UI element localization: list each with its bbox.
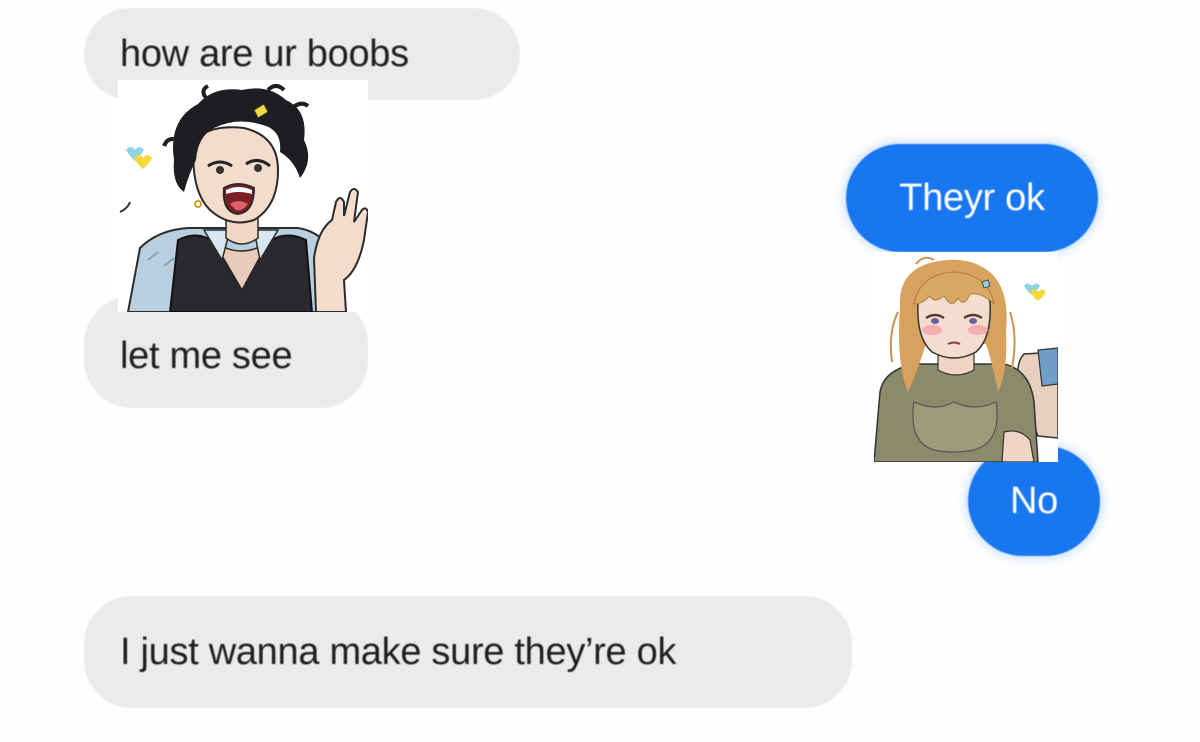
incoming-message-bubble[interactable]: let me see <box>84 296 368 408</box>
incoming-message-bubble[interactable]: I just wanna make sure they’re ok <box>84 596 852 708</box>
message-text: No <box>1010 479 1058 522</box>
sticker-image-left[interactable] <box>118 80 368 312</box>
sticker-image-right[interactable] <box>874 252 1058 462</box>
message-text: I just wanna make sure they’re ok <box>120 630 677 673</box>
outgoing-message-bubble[interactable]: Theyr ok <box>846 144 1098 252</box>
blushing-character-icon <box>874 252 1058 462</box>
message-text: Theyr ok <box>899 176 1045 219</box>
chat-screen: how are ur boobs let me see I just wanna… <box>0 0 1200 742</box>
yelling-character-icon <box>118 80 368 312</box>
message-text: let me see <box>120 334 293 377</box>
message-text: how are ur boobs <box>120 32 409 75</box>
outgoing-message-bubble[interactable]: No <box>968 446 1100 556</box>
